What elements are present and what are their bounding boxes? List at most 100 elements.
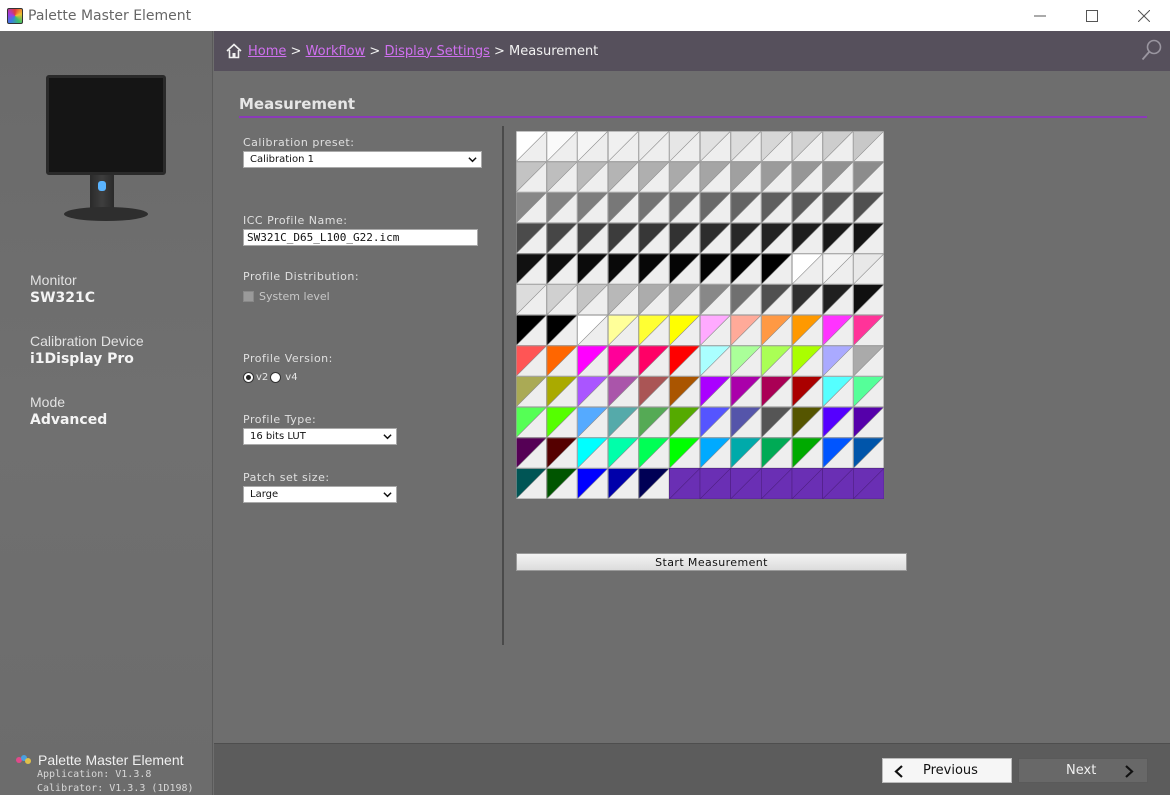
color-patch (638, 222, 670, 254)
color-patch (516, 314, 547, 346)
color-patch (607, 253, 639, 285)
breadcrumb-workflow-link[interactable]: Workflow (306, 44, 366, 59)
color-patch (669, 222, 701, 254)
mode-label: Mode (30, 394, 66, 410)
color-patch (699, 222, 731, 254)
color-patch (516, 376, 547, 408)
color-patch (699, 406, 731, 438)
maximize-button[interactable] (1066, 0, 1118, 31)
sidebar: Monitor SW321C Calibration Device i1Disp… (0, 31, 213, 795)
color-patch (730, 314, 762, 346)
breadcrumb-display-settings-link[interactable]: Display Settings (384, 44, 489, 59)
color-patch (607, 468, 639, 499)
color-patch (546, 253, 578, 285)
color-patch (607, 161, 639, 193)
color-patch (516, 161, 547, 193)
color-patch (853, 406, 884, 438)
color-patch (699, 192, 731, 224)
maximize-icon (1086, 9, 1098, 22)
close-button[interactable] (1118, 0, 1170, 31)
color-patch (607, 345, 639, 377)
color-patch (699, 345, 731, 377)
color-patch (730, 406, 762, 438)
patch-grid (516, 131, 884, 499)
breadcrumb-current: Measurement (509, 43, 599, 59)
color-patch (853, 253, 884, 285)
color-patch (577, 468, 609, 499)
color-patch (822, 376, 854, 408)
color-patch (516, 222, 547, 254)
color-patch (699, 437, 731, 469)
color-patch (638, 131, 670, 162)
color-patch (822, 406, 854, 438)
system-level-option[interactable]: System level (243, 290, 330, 303)
monitor-value: SW321C (30, 290, 96, 306)
previous-button[interactable]: Previous (882, 758, 1012, 783)
chevron-right-icon (1125, 765, 1134, 778)
icc-profile-name-input[interactable]: SW321C_D65_L100_G22.icm (243, 229, 478, 246)
next-label: Next (1066, 763, 1097, 778)
breadcrumb-home-link[interactable]: Home (248, 44, 286, 59)
color-patch (822, 468, 854, 499)
color-patch (516, 284, 547, 316)
color-patch (607, 376, 639, 408)
color-patch (638, 192, 670, 224)
start-measurement-button[interactable]: Start Measurement (516, 553, 907, 571)
color-patch (669, 253, 701, 285)
icc-profile-name-label: ICC Profile Name: (243, 214, 348, 227)
color-patch (546, 345, 578, 377)
color-patch (791, 253, 823, 285)
color-patch (761, 284, 793, 316)
color-patch (669, 284, 701, 316)
color-patch (669, 376, 701, 408)
brand-block: Palette Master Element Application: V1.3… (16, 752, 194, 795)
calibration-preset-select[interactable]: Calibration 1 (243, 151, 482, 168)
chevron-down-icon (468, 157, 477, 163)
version-v2-radio[interactable] (243, 372, 254, 383)
color-patch (791, 406, 823, 438)
color-patch (607, 192, 639, 224)
color-patch (546, 437, 578, 469)
color-patch (853, 345, 884, 377)
color-patch (516, 131, 547, 162)
color-patch (577, 222, 609, 254)
patch-set-size-select[interactable]: Large (243, 486, 397, 503)
color-patch (822, 253, 854, 285)
color-patch (699, 253, 731, 285)
color-patch (669, 406, 701, 438)
minimize-button[interactable] (1014, 0, 1066, 31)
window-controls (1014, 0, 1170, 31)
color-patch (853, 468, 884, 499)
footer-bar: Previous Next (214, 743, 1170, 795)
color-patch (853, 314, 884, 346)
color-patch (638, 376, 670, 408)
color-patch (577, 192, 609, 224)
chevron-left-icon (894, 765, 903, 778)
home-icon[interactable] (226, 43, 242, 59)
profile-type-value: 16 bits LUT (250, 431, 306, 442)
color-patch (853, 192, 884, 224)
color-patch (791, 131, 823, 162)
color-patch (577, 376, 609, 408)
next-button[interactable]: Next (1018, 758, 1148, 783)
main-panel: Measurement Calibration preset: Calibrat… (214, 71, 1170, 743)
color-patch (546, 161, 578, 193)
color-patch (791, 222, 823, 254)
profile-type-select[interactable]: 16 bits LUT (243, 428, 397, 445)
system-level-checkbox[interactable] (243, 291, 254, 302)
chevron-down-icon (383, 434, 392, 440)
color-patch (607, 437, 639, 469)
color-patch (577, 284, 609, 316)
color-patch (761, 345, 793, 377)
color-patch (791, 376, 823, 408)
profile-version-options: v2 v4 (243, 372, 298, 383)
calibration-preset-value: Calibration 1 (250, 154, 314, 165)
version-v4-radio[interactable] (270, 372, 282, 383)
color-patch (730, 222, 762, 254)
system-level-label: System level (259, 290, 330, 303)
color-patch (822, 131, 854, 162)
color-patch (853, 222, 884, 254)
search-icon[interactable] (1140, 38, 1164, 62)
color-patch (822, 437, 854, 469)
color-patch (761, 437, 793, 469)
